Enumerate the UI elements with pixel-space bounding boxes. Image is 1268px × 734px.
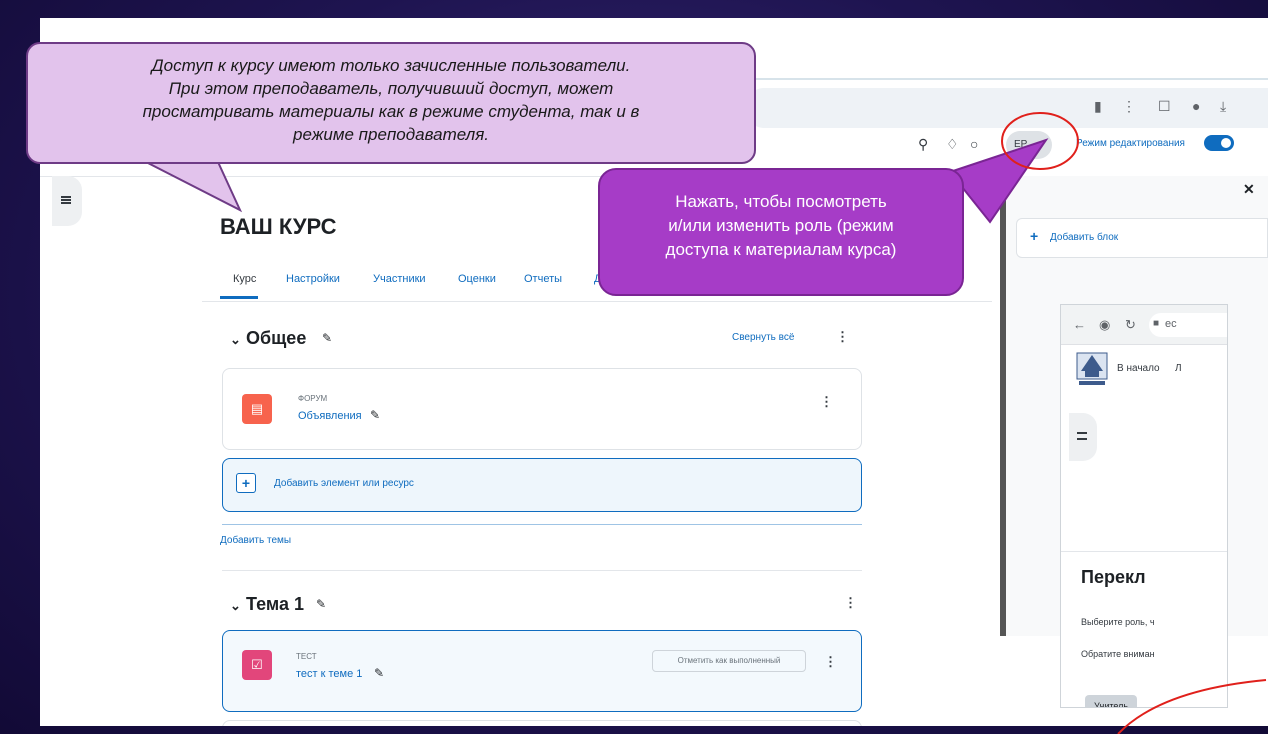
callout-line: Нажать, чтобы посмотреть — [675, 192, 887, 211]
callout-tail — [948, 138, 1049, 224]
callout-line: При этом преподаватель, получивший досту… — [168, 79, 614, 98]
callout-line: и/или изменить роль (режим — [668, 216, 894, 235]
highlight-arc — [1117, 679, 1267, 734]
info-callout: Доступ к курсу имеют только зачисленные … — [26, 42, 756, 164]
callout-tail — [145, 161, 243, 213]
callout-line: режиме преподавателя. — [292, 125, 490, 144]
callout-line: Доступ к курсу имеют только зачисленные … — [151, 56, 631, 75]
callout-line: просматривать материалы как в режиме сту… — [142, 102, 640, 121]
action-callout: Нажать, чтобы посмотреть и/или изменить … — [598, 168, 964, 296]
callout-line: доступа к материалам курса) — [665, 240, 897, 259]
